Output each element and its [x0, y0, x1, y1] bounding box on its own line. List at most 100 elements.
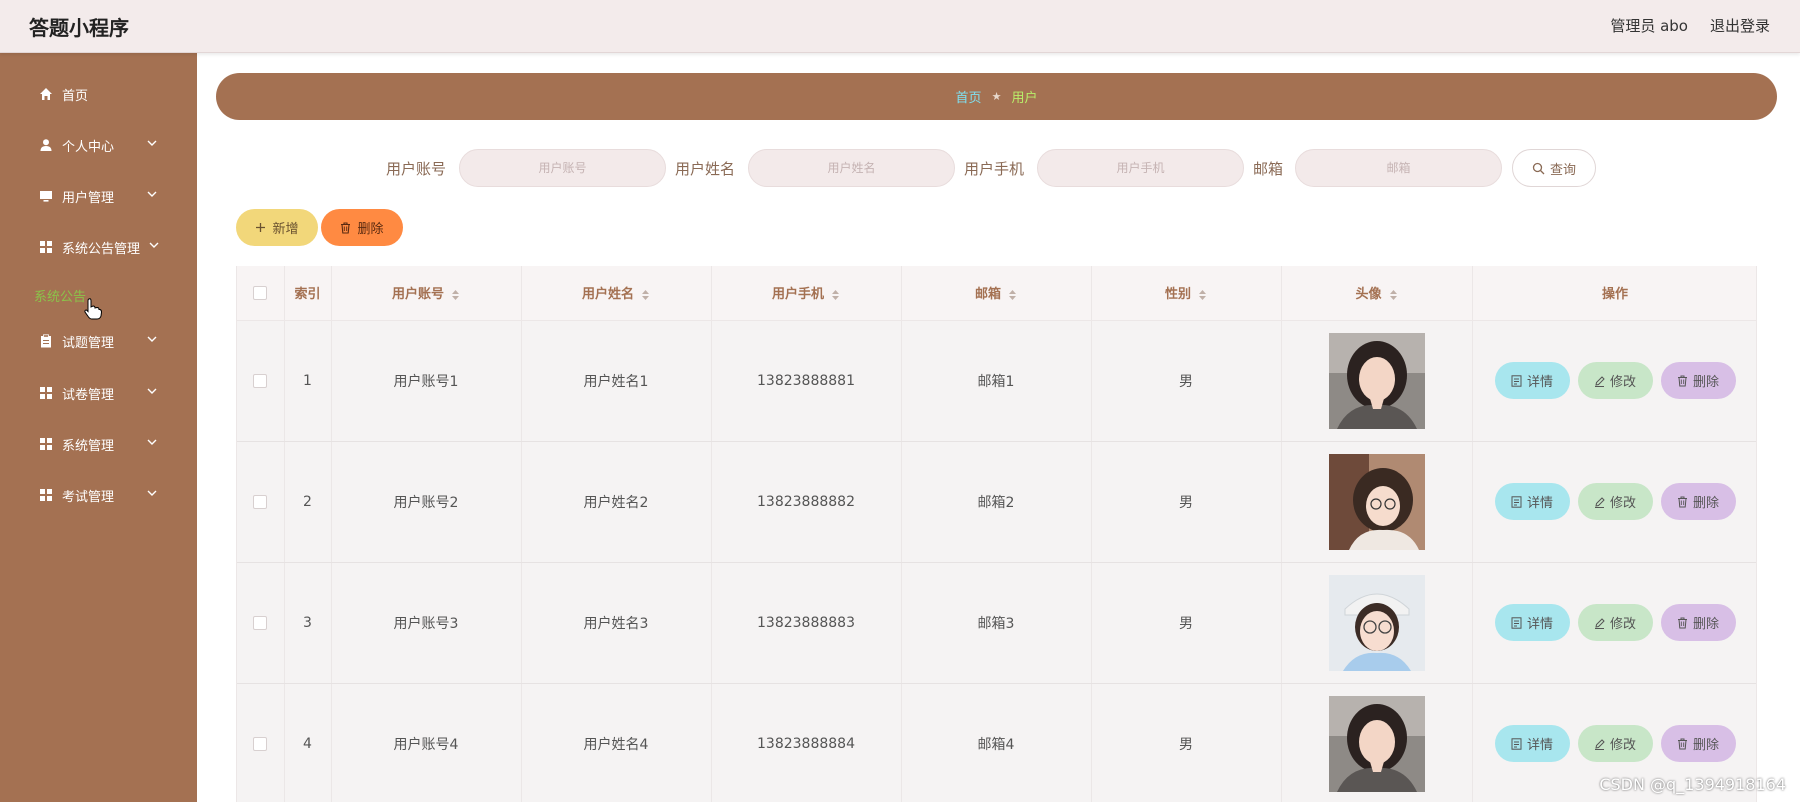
sidebar-item-question-management[interactable]: 试题管理 — [0, 321, 197, 361]
delete-button[interactable]: 删除 — [1660, 725, 1736, 762]
sidebar-item-label: 系统公告管理 — [62, 242, 141, 257]
avatar-photo[interactable] — [1328, 332, 1425, 429]
trash-icon — [1677, 375, 1687, 386]
select-all-cell — [237, 266, 285, 321]
column-header[interactable]: 用户账号 — [331, 266, 522, 321]
account-cell: 用户账号4 — [331, 683, 522, 802]
detail-button[interactable]: 详情 — [1494, 483, 1570, 520]
column-header-label: 用户手机 — [771, 287, 824, 303]
edit-button[interactable]: 修改 — [1577, 483, 1653, 520]
column-header[interactable]: 头像 — [1281, 266, 1473, 321]
avatar-photo[interactable] — [1328, 695, 1425, 792]
avatar-photo[interactable] — [1328, 574, 1425, 671]
sidebar-item-system-management[interactable]: 系统管理 — [0, 424, 197, 464]
column-header[interactable]: 邮箱 — [901, 266, 1092, 321]
app-title: 答题小程序 — [29, 16, 129, 40]
search-icon — [1532, 162, 1545, 174]
batch-delete-button[interactable]: 删除 — [321, 209, 403, 246]
avatar-photo[interactable] — [1328, 453, 1425, 550]
add-button[interactable]: 新增 — [236, 209, 318, 246]
sidebar-item-label: 考试管理 — [62, 490, 115, 505]
edit-button[interactable]: 修改 — [1577, 604, 1653, 641]
account-cell: 用户账号1 — [331, 320, 522, 442]
logout-link[interactable]: 退出登录 — [1710, 15, 1770, 36]
sort-icon[interactable] — [451, 289, 460, 301]
search-label-account: 用户账号 — [386, 160, 447, 178]
detail-button[interactable]: 详情 — [1494, 604, 1570, 641]
sort-icon[interactable] — [1389, 289, 1398, 301]
column-header-label: 邮箱 — [974, 287, 1001, 303]
search-input-account[interactable] — [459, 149, 666, 187]
select-all-checkbox[interactable] — [253, 285, 268, 300]
sidebar-subitem-announcement[interactable]: 系统公告 — [34, 286, 86, 305]
name-cell: 用户姓名2 — [521, 441, 712, 563]
chevron-down-icon — [147, 191, 157, 197]
row-checkbox[interactable] — [253, 736, 268, 751]
trash-icon — [1677, 496, 1687, 507]
phone-cell: 13823888882 — [711, 441, 902, 563]
sidebar-item-exam-management[interactable]: 考试管理 — [0, 475, 197, 515]
email-cell: 邮箱4 — [901, 683, 1092, 802]
current-user-label[interactable]: 管理员 abo — [1610, 15, 1688, 36]
sort-icon[interactable] — [831, 289, 840, 301]
search-input-name[interactable] — [748, 149, 955, 187]
table-header-row: 索引 用户账号 用户姓名 用户手机 邮箱 性别 头像 操作 — [237, 266, 1756, 321]
edit-button[interactable]: 修改 — [1577, 725, 1653, 762]
document-icon — [1511, 495, 1522, 508]
delete-button[interactable]: 删除 — [1660, 483, 1736, 520]
account-cell: 用户账号3 — [331, 562, 522, 684]
sidebar-item-personal-center[interactable]: 个人中心 — [0, 125, 197, 165]
breadcrumb-separator: ★ — [991, 90, 1002, 103]
account-cell: 用户账号2 — [331, 441, 522, 563]
sidebar-item-user-management[interactable]: 用户管理 — [0, 176, 197, 216]
sidebar-item-home[interactable]: 首页 — [0, 74, 197, 114]
name-cell: 用户姓名4 — [521, 683, 712, 802]
sort-icon[interactable] — [1008, 289, 1017, 301]
sort-icon[interactable] — [641, 289, 650, 301]
index-cell: 1 — [284, 320, 332, 442]
column-header-label: 用户账号 — [391, 287, 444, 303]
detail-button-label: 详情 — [1526, 375, 1553, 390]
breadcrumb: 首页 ★ 用户 — [216, 73, 1777, 120]
avatar-cell — [1281, 320, 1473, 442]
search-label-phone: 用户手机 — [964, 160, 1025, 178]
search-input-email[interactable] — [1295, 149, 1502, 187]
edit-button[interactable]: 修改 — [1577, 362, 1653, 399]
column-header-label: 用户姓名 — [581, 287, 634, 303]
sidebar-item-label: 用户管理 — [62, 191, 115, 206]
chevron-down-icon — [149, 242, 159, 248]
query-button[interactable]: 查询 — [1512, 149, 1596, 187]
row-checkbox[interactable] — [253, 494, 268, 509]
edit-button-label: 修改 — [1609, 738, 1636, 753]
column-header[interactable]: 用户姓名 — [521, 266, 712, 321]
edit-button-label: 修改 — [1609, 617, 1636, 632]
avatar-cell — [1281, 562, 1473, 684]
phone-cell: 13823888884 — [711, 683, 902, 802]
index-cell: 2 — [284, 441, 332, 563]
watermark: CSDN @q_1394918164 — [1599, 775, 1786, 794]
row-checkbox[interactable] — [253, 373, 268, 388]
table-row: 1 用户账号1 用户姓名1 13823888881 邮箱1 男 详情 修改 删除 — [237, 320, 1756, 442]
detail-button[interactable]: 详情 — [1494, 725, 1570, 762]
search-label-email: 邮箱 — [1253, 160, 1284, 178]
clipboard-icon — [41, 334, 51, 348]
sidebar-item-paper-management[interactable]: 试卷管理 — [0, 373, 197, 413]
column-header[interactable]: 性别 — [1091, 266, 1282, 321]
chevron-down-icon — [147, 439, 157, 445]
delete-button[interactable]: 删除 — [1660, 604, 1736, 641]
breadcrumb-home[interactable]: 首页 — [956, 87, 982, 106]
sidebar-item-announcement-management[interactable]: 系统公告管理 — [0, 227, 197, 267]
detail-button-label: 详情 — [1526, 496, 1553, 511]
edit-button-label: 修改 — [1609, 496, 1636, 511]
monitor-icon — [40, 191, 52, 202]
sort-icon[interactable] — [1198, 289, 1207, 301]
row-checkbox[interactable] — [253, 615, 268, 630]
column-header[interactable]: 用户手机 — [711, 266, 902, 321]
detail-button[interactable]: 详情 — [1494, 362, 1570, 399]
delete-button[interactable]: 删除 — [1660, 362, 1736, 399]
gender-cell: 男 — [1091, 683, 1282, 802]
search-input-phone[interactable] — [1037, 149, 1244, 187]
pencil-icon — [1594, 617, 1605, 629]
search-label-name: 用户姓名 — [675, 160, 736, 178]
table-row: 4 用户账号4 用户姓名4 13823888884 邮箱4 男 详情 修改 删除 — [237, 683, 1756, 802]
